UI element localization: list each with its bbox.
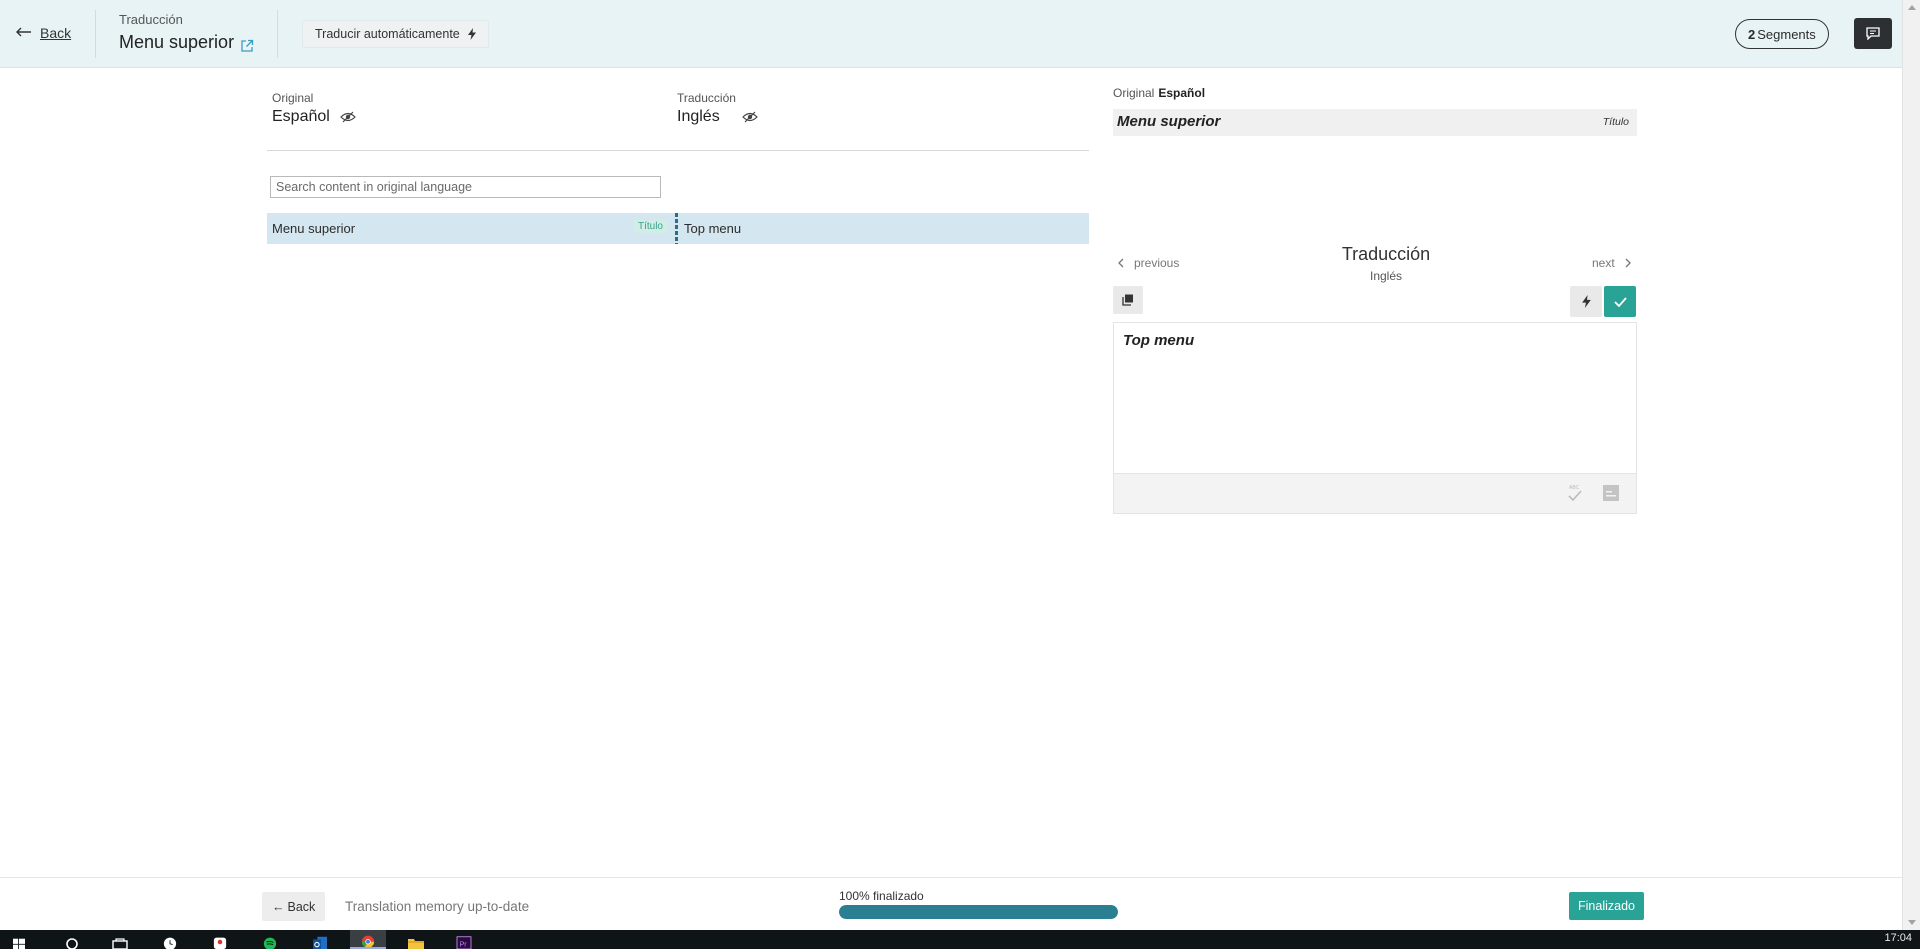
profile-icon[interactable] (210, 930, 230, 949)
back-label: Back (40, 25, 72, 41)
confirm-translation-button[interactable] (1604, 286, 1636, 317)
search-icon[interactable] (63, 930, 81, 949)
segment-translation-text: Top menu (684, 221, 742, 236)
editor-original-header: Original Español (1113, 86, 1205, 100)
editor-original-text: Menu superior (1117, 113, 1221, 130)
translation-editor[interactable]: Top menu (1113, 322, 1637, 473)
editor-original-lang: Español (1158, 86, 1206, 100)
translation-lang: Inglés (677, 108, 758, 126)
page-title: Menu superior (119, 32, 254, 53)
clock-app-icon[interactable] (160, 930, 180, 949)
comment-icon (1866, 27, 1880, 40)
editor-original-text-box: Menu superior Título (1113, 109, 1637, 136)
check-icon (1613, 296, 1627, 307)
original-lang-value: Español (272, 108, 330, 125)
page-title-text: Menu superior (119, 32, 235, 52)
previous-label: previous (1134, 256, 1180, 270)
outlook-icon[interactable] (308, 930, 332, 949)
bottom-bar: ← Back Translation memory up-to-date 100… (0, 877, 1902, 930)
footer-back-button[interactable]: ← Back (262, 892, 326, 921)
segment-translation-cell: Top menu (678, 213, 1089, 244)
chrome-icon[interactable] (350, 930, 386, 949)
editor-subtitle: Inglés (1369, 269, 1403, 283)
search-input[interactable] (270, 176, 661, 198)
segments-label: Segments (1757, 26, 1816, 42)
footer-back-label: Back (287, 899, 316, 914)
scroll-down-arrow-icon[interactable] (1908, 920, 1916, 925)
os-taskbar: Pr 17:04 (0, 930, 1920, 949)
eye-slash-icon[interactable] (339, 111, 356, 123)
scroll-up-arrow-icon[interactable] (1908, 5, 1916, 10)
copy-icon (1122, 294, 1133, 306)
taskbar-clock: 17:04 (1884, 932, 1912, 944)
segment-original-text: Menu superior (272, 221, 356, 236)
section-label: Traducción (119, 12, 183, 27)
arrow-left-icon: ← (272, 899, 285, 914)
editor-original-tag: Título (1602, 116, 1629, 128)
progress-label: 100% finalizado (839, 889, 924, 903)
auto-translate-button[interactable]: Traducir automáticamente (302, 20, 489, 48)
arrow-left-icon (16, 24, 32, 42)
svg-text:Pr: Pr (460, 941, 468, 948)
copy-original-button[interactable] (1113, 286, 1143, 314)
spotify-icon[interactable] (260, 930, 280, 949)
app-viewport: Back Traducción Menu superior Traducir a… (0, 0, 1902, 930)
next-label: next (1592, 256, 1615, 270)
segment-row[interactable]: Menu superior Título Top menu (267, 213, 1089, 244)
chevron-right-icon (1625, 258, 1631, 268)
task-view-icon[interactable] (110, 930, 130, 949)
back-link[interactable]: Back (16, 24, 71, 42)
file-explorer-icon[interactable] (405, 930, 427, 949)
premiere-icon[interactable]: Pr (453, 930, 475, 949)
auto-translate-label: Traducir automáticamente (315, 27, 460, 41)
finalize-button[interactable]: Finalizado (1569, 892, 1644, 920)
vertical-scrollbar[interactable] (1902, 0, 1920, 930)
progress-fill (839, 905, 1118, 919)
translation-lang-label: Traducción (677, 91, 736, 105)
chevron-left-icon (1118, 258, 1124, 268)
segment-type-tag: Título (633, 220, 667, 233)
image-icon[interactable] (1602, 484, 1620, 502)
windows-start-icon[interactable] (10, 930, 28, 949)
top-header: Back Traducción Menu superior Traducir a… (0, 0, 1902, 68)
eye-slash-icon[interactable] (741, 111, 758, 123)
editor-original-label: Original (1113, 86, 1155, 100)
lightning-icon (1581, 295, 1591, 308)
editor-title: Traducción (1341, 244, 1431, 264)
next-segment-link[interactable]: next (1592, 256, 1631, 270)
comments-button[interactable] (1854, 18, 1892, 49)
segments-count-badge[interactable]: 2 Segments (1735, 19, 1829, 49)
segments-count: 2 (1748, 26, 1756, 42)
original-lang: Español (272, 108, 356, 126)
lightning-icon (467, 28, 476, 40)
spellcheck-icon[interactable]: ABC (1566, 483, 1584, 503)
translation-lang-value: Inglés (677, 108, 720, 125)
editor-footer: ABC (1113, 473, 1637, 514)
translation-memory-status: Translation memory up-to-date (345, 899, 530, 914)
previous-segment-link[interactable]: previous (1118, 256, 1179, 270)
external-link-icon[interactable] (240, 39, 254, 53)
original-lang-label: Original (272, 91, 314, 105)
segment-original-cell: Menu superior Título (267, 213, 675, 244)
svg-text:ABC: ABC (1569, 485, 1580, 491)
progress-bar (839, 905, 1118, 919)
divider (267, 150, 1089, 151)
header-divider (277, 10, 278, 58)
machine-translate-button[interactable] (1570, 286, 1602, 317)
header-divider (95, 10, 96, 58)
